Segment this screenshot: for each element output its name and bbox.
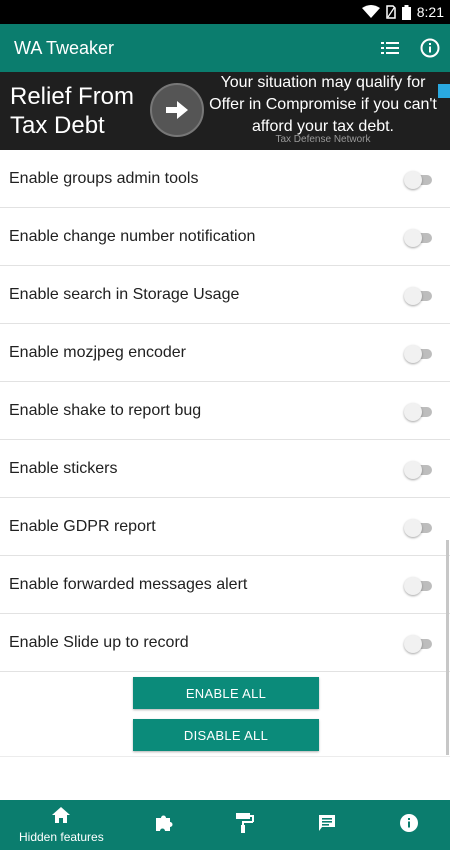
setting-label: Enable shake to report bug	[9, 401, 202, 419]
ad-banner[interactable]: Relief From Tax Debt Your situation may …	[0, 72, 450, 150]
setting-row-slide-up-to-record[interactable]: Enable Slide up to record	[0, 614, 450, 672]
setting-label: Enable change number notification	[9, 227, 256, 245]
toggle-switch[interactable]	[404, 517, 434, 537]
setting-row-change-number-notification[interactable]: Enable change number notification	[0, 208, 450, 266]
settings-list: Enable groups admin tools Enable change …	[0, 150, 450, 672]
app-bar: WA Tweaker	[0, 24, 450, 72]
paint-roller-icon	[236, 812, 255, 838]
setting-label: Enable mozjpeg encoder	[9, 343, 187, 361]
adchoices-icon[interactable]	[438, 84, 450, 98]
nav-plugins[interactable]	[123, 800, 205, 850]
status-bar: 8:21	[0, 0, 450, 24]
nav-theme[interactable]	[205, 800, 287, 850]
setting-row-groups-admin-tools[interactable]: Enable groups admin tools	[0, 150, 450, 208]
app-title: WA Tweaker	[14, 37, 115, 58]
setting-label: Enable forwarded messages alert	[9, 575, 248, 593]
setting-row-shake-report-bug[interactable]: Enable shake to report bug	[0, 382, 450, 440]
ad-headline: Relief From Tax Debt	[10, 83, 135, 139]
bottom-nav: Hidden features	[0, 800, 450, 850]
toggle-switch[interactable]	[404, 401, 434, 421]
info-icon	[399, 813, 419, 838]
clock: 8:21	[416, 4, 444, 20]
enable-all-button[interactable]: ENABLE ALL	[133, 677, 319, 709]
setting-row-gdpr-report[interactable]: Enable GDPR report	[0, 498, 450, 556]
toggle-switch[interactable]	[404, 285, 434, 305]
toggle-switch[interactable]	[404, 459, 434, 479]
setting-row-forwarded-messages-alert[interactable]: Enable forwarded messages alert	[0, 556, 450, 614]
setting-label: Enable search in Storage Usage	[9, 285, 240, 303]
disable-all-button[interactable]: DISABLE ALL	[133, 719, 319, 751]
info-icon[interactable]	[410, 24, 450, 72]
setting-label: Enable stickers	[9, 459, 118, 477]
message-icon	[318, 814, 336, 837]
divider	[0, 756, 450, 757]
toggle-switch[interactable]	[404, 343, 434, 363]
setting-label: Enable Slide up to record	[9, 633, 189, 651]
battery-icon	[401, 4, 411, 20]
wifi-icon	[361, 5, 380, 19]
nav-label: Hidden features	[19, 829, 104, 844]
nav-hidden-features[interactable]: Hidden features	[0, 800, 123, 850]
nav-about[interactable]	[368, 800, 450, 850]
ad-source: Tax Defense Network	[275, 134, 371, 145]
toggle-switch[interactable]	[404, 575, 434, 595]
home-icon	[52, 806, 71, 828]
no-sim-icon	[386, 5, 396, 19]
ad-body: Your situation may qualify for Offer in …	[209, 74, 437, 135]
setting-row-mozjpeg-encoder[interactable]: Enable mozjpeg encoder	[0, 324, 450, 382]
list-icon[interactable]	[370, 24, 410, 72]
arrow-right-icon[interactable]	[150, 83, 204, 137]
setting-row-stickers[interactable]: Enable stickers	[0, 440, 450, 498]
setting-label: Enable GDPR report	[9, 517, 156, 535]
toggle-switch[interactable]	[404, 633, 434, 653]
toggle-switch[interactable]	[404, 169, 434, 189]
scrollbar[interactable]	[446, 540, 449, 755]
nav-messages[interactable]	[286, 800, 368, 850]
setting-label: Enable groups admin tools	[9, 169, 199, 187]
toggle-switch[interactable]	[404, 227, 434, 247]
setting-row-search-storage-usage[interactable]: Enable search in Storage Usage	[0, 266, 450, 324]
puzzle-icon	[154, 813, 174, 838]
